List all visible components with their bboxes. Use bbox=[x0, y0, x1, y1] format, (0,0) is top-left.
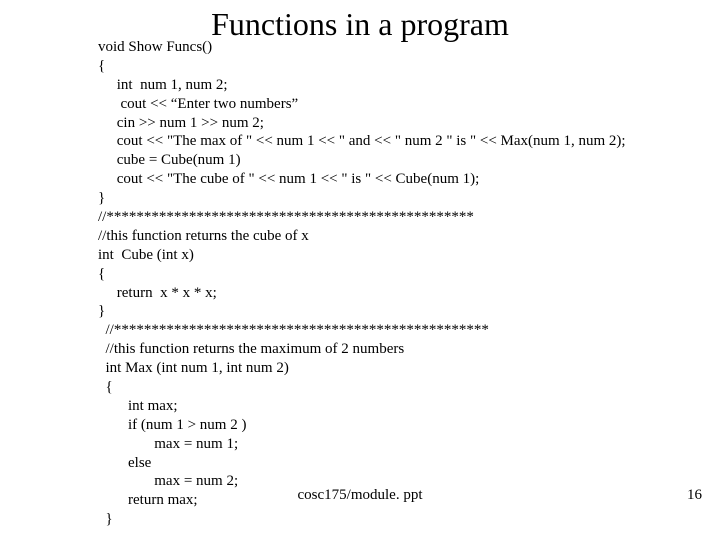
code-line: int Cube (int x) bbox=[98, 247, 194, 263]
code-line: { bbox=[98, 58, 105, 74]
code-line: } bbox=[106, 511, 113, 527]
code-line: if (num 1 > num 2 ) bbox=[98, 417, 246, 433]
code-line: { bbox=[98, 266, 105, 282]
code-line: cin >> num 1 >> num 2; bbox=[98, 115, 264, 131]
code-line: cube = Cube(num 1) bbox=[98, 152, 241, 168]
code-line: { bbox=[106, 379, 113, 395]
code-line: else bbox=[98, 455, 151, 471]
code-line: //this function returns the maximum of 2… bbox=[106, 341, 405, 357]
code-line: cout << "The max of " << num 1 << " and … bbox=[98, 133, 626, 149]
code-block: void Show Funcs() { int num 1, num 2; co… bbox=[98, 38, 658, 529]
code-line: } bbox=[98, 303, 105, 319]
code-line: max = num 1; bbox=[98, 436, 238, 452]
code-line: //**************************************… bbox=[98, 209, 474, 225]
code-line: cout << “Enter two numbers” bbox=[98, 96, 298, 112]
code-line: } bbox=[98, 190, 105, 206]
code-line: int max; bbox=[98, 398, 178, 414]
code-line: //this function returns the cube of x bbox=[98, 228, 309, 244]
slide: Functions in a program void Show Funcs()… bbox=[0, 0, 720, 540]
code-line: int Max (int num 1, int num 2) bbox=[106, 360, 289, 376]
code-line: void Show Funcs() bbox=[98, 39, 212, 55]
footer-path: cosc175/module. ppt bbox=[0, 487, 720, 504]
code-line: return x * x * x; bbox=[98, 285, 217, 301]
page-number: 16 bbox=[687, 487, 702, 504]
code-line: cout << "The cube of " << num 1 << " is … bbox=[98, 171, 479, 187]
code-line: int num 1, num 2; bbox=[98, 77, 228, 93]
code-line: //**************************************… bbox=[106, 322, 489, 338]
